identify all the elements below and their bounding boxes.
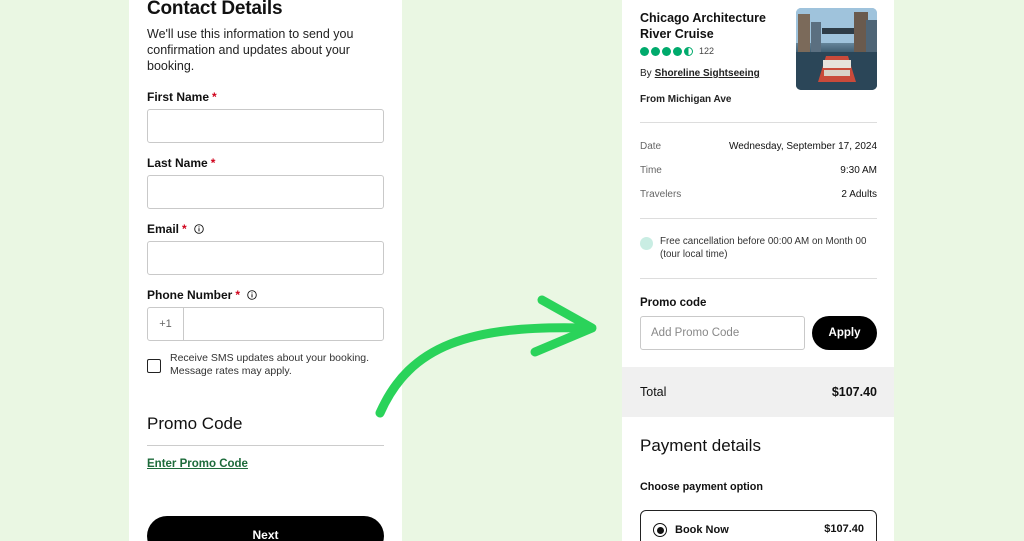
last-name-input[interactable] — [147, 175, 384, 209]
phone-number-input[interactable] — [184, 308, 383, 340]
info-icon[interactable] — [247, 290, 258, 300]
contact-details-panel: Contact Details We'll use this informati… — [129, 0, 402, 541]
cancellation-text: Free cancellation before 00:00 AM on Mon… — [660, 236, 867, 260]
email-input[interactable] — [147, 241, 384, 275]
sms-updates-option: Receive SMS updates about your booking. … — [147, 352, 380, 378]
payment-option-book-now[interactable]: Book Now $107.40 — [640, 510, 877, 541]
required-mark: * — [212, 90, 217, 104]
first-name-label: First Name * — [147, 90, 217, 104]
by-prefix: By — [640, 68, 652, 79]
sms-updates-text: Receive SMS updates about your booking. … — [170, 352, 370, 377]
phone-label-text: Phone Number — [147, 288, 233, 302]
detail-key: Date — [640, 141, 662, 152]
detail-value: 2 Adults — [841, 189, 877, 200]
divider — [640, 278, 877, 279]
detail-row-date: Date Wednesday, September 17, 2024 — [640, 141, 877, 152]
rating-bubble-icon — [673, 46, 682, 56]
booking-summary-panel: Chicago Architecture River Cruise 122 By… — [622, 0, 894, 541]
required-mark: * — [235, 288, 241, 302]
tour-photo — [796, 8, 877, 90]
detail-value: 9:30 AM — [840, 165, 877, 176]
review-count: 122 — [699, 46, 715, 56]
promo-code-label: Promo code — [640, 297, 707, 309]
cancellation-status-icon — [640, 237, 653, 250]
phone-number-field: +1 — [147, 307, 384, 341]
payment-option-price: $107.40 — [824, 523, 864, 535]
detail-row-time: Time 9:30 AM — [640, 165, 877, 176]
email-label: Email * — [147, 222, 204, 236]
detail-key: Travelers — [640, 189, 682, 200]
rating-bubble-icon — [662, 46, 671, 56]
phone-number-label: Phone Number * — [147, 288, 258, 302]
first-name-input[interactable] — [147, 109, 384, 143]
detail-key: Time — [640, 165, 662, 176]
divider — [640, 218, 877, 219]
country-code-select[interactable]: +1 — [148, 308, 184, 340]
sms-updates-checkbox[interactable] — [147, 359, 161, 373]
rating-bubble-icon — [651, 46, 660, 56]
free-cancellation-notice: Free cancellation before 00:00 AM on Mon… — [640, 236, 876, 261]
enter-promo-code-link[interactable]: Enter Promo Code — [147, 458, 248, 470]
apply-button[interactable]: Apply — [812, 316, 877, 350]
required-mark: * — [210, 156, 216, 170]
divider — [640, 122, 877, 123]
required-mark: * — [182, 222, 187, 236]
total-bar: Total $107.40 — [622, 367, 894, 417]
last-name-label: Last Name * — [147, 156, 215, 170]
rating-bubbles: 122 — [640, 46, 714, 56]
email-label-text: Email — [147, 222, 180, 236]
operator-line: By Shoreline Sightseeing — [640, 68, 760, 79]
operator-link[interactable]: Shoreline Sightseeing — [655, 68, 760, 79]
last-name-label-text: Last Name — [147, 156, 208, 170]
promo-code-input[interactable] — [640, 316, 805, 350]
radio-selected-icon[interactable] — [653, 523, 667, 537]
info-icon[interactable] — [194, 224, 204, 234]
contact-details-title: Contact Details — [147, 0, 283, 19]
contact-details-subtitle: We'll use this information to send you c… — [147, 27, 354, 73]
departure-location: From Michigan Ave — [640, 94, 732, 105]
payment-details-title: Payment details — [640, 436, 761, 455]
total-value: $107.40 — [831, 385, 877, 399]
rating-half-bubble-icon — [684, 46, 693, 56]
promo-code-title: Promo Code — [147, 414, 243, 433]
first-name-label-text: First Name — [147, 90, 210, 104]
payment-option-label: Book Now — [675, 524, 729, 536]
tour-photo-image — [796, 8, 877, 90]
curved-arrow-icon — [375, 295, 597, 418]
next-button[interactable]: Next — [147, 516, 384, 541]
choose-payment-label: Choose payment option — [640, 481, 763, 493]
rating-bubble-icon — [640, 46, 649, 56]
payment-option-label-group: Book Now — [653, 523, 729, 537]
tour-title: Chicago Architecture River Cruise — [640, 11, 766, 41]
divider — [147, 445, 384, 446]
detail-row-travelers: Travelers 2 Adults — [640, 189, 877, 200]
detail-value: Wednesday, September 17, 2024 — [728, 141, 877, 152]
total-label: Total — [640, 385, 667, 399]
